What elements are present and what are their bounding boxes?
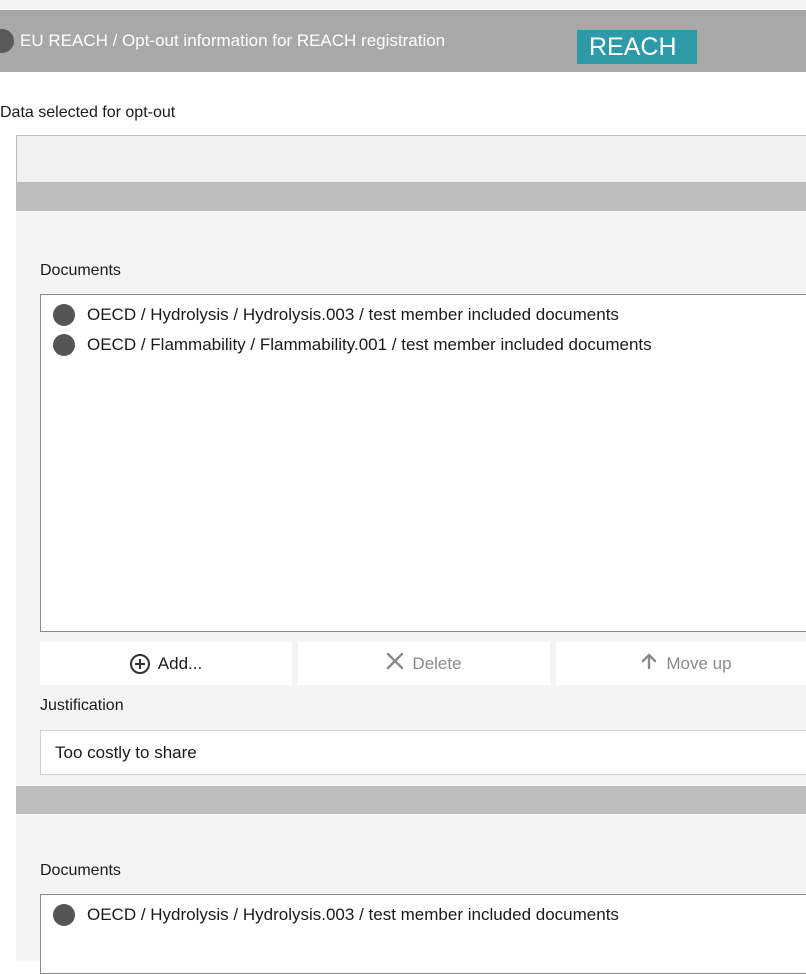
documents-list[interactable]: OECD / Hydrolysis / Hydrolysis.003 / tes… (40, 894, 806, 974)
opt-out-data-field[interactable] (16, 135, 806, 183)
delete-button[interactable]: Delete (298, 642, 550, 685)
arrow-up-icon (640, 652, 658, 675)
documents-label: Documents (40, 262, 121, 279)
reach-tag: REACH (577, 30, 697, 64)
documents-label: Documents (40, 862, 121, 879)
opt-out-label: Data selected for opt-out (0, 104, 176, 121)
documents-toolbar: Add... Delete Move up (40, 642, 806, 685)
x-icon (386, 652, 404, 675)
section-header[interactable]: EU REACH / Opt-out information for REACH… (0, 10, 806, 72)
section-title: EU REACH / Opt-out information for REACH… (20, 31, 446, 50)
add-button[interactable]: Add... (40, 642, 292, 685)
move-up-button-label: Move up (666, 653, 732, 673)
delete-button-label: Delete (412, 653, 462, 673)
document-label: OECD / Flammability / Flammability.001 /… (87, 335, 652, 354)
top-strip (0, 0, 806, 10)
list-item[interactable]: OECD / Hydrolysis / Hydrolysis.003 / tes… (41, 300, 806, 330)
move-up-button[interactable]: Move up (556, 642, 806, 685)
document-label: OECD / Hydrolysis / Hydrolysis.003 / tes… (87, 305, 619, 324)
list-item[interactable]: OECD / Flammability / Flammability.001 /… (41, 330, 806, 360)
document-bullet-icon (53, 334, 75, 356)
justification-label: Justification (40, 697, 124, 714)
document-bullet-icon (53, 904, 75, 926)
group-bar[interactable] (16, 183, 806, 211)
document-label: OECD / Hydrolysis / Hydrolysis.003 / tes… (87, 905, 619, 924)
list-item[interactable]: OECD / Hydrolysis / Hydrolysis.003 / tes… (41, 900, 806, 930)
plus-circle-icon (129, 653, 150, 674)
documents-list[interactable]: OECD / Hydrolysis / Hydrolysis.003 / tes… (40, 294, 806, 632)
bullet-icon (0, 29, 14, 53)
add-button-label: Add... (157, 653, 203, 673)
group-bar[interactable] (16, 786, 806, 814)
justification-field[interactable]: Too costly to share (40, 730, 806, 775)
document-bullet-icon (53, 304, 75, 326)
